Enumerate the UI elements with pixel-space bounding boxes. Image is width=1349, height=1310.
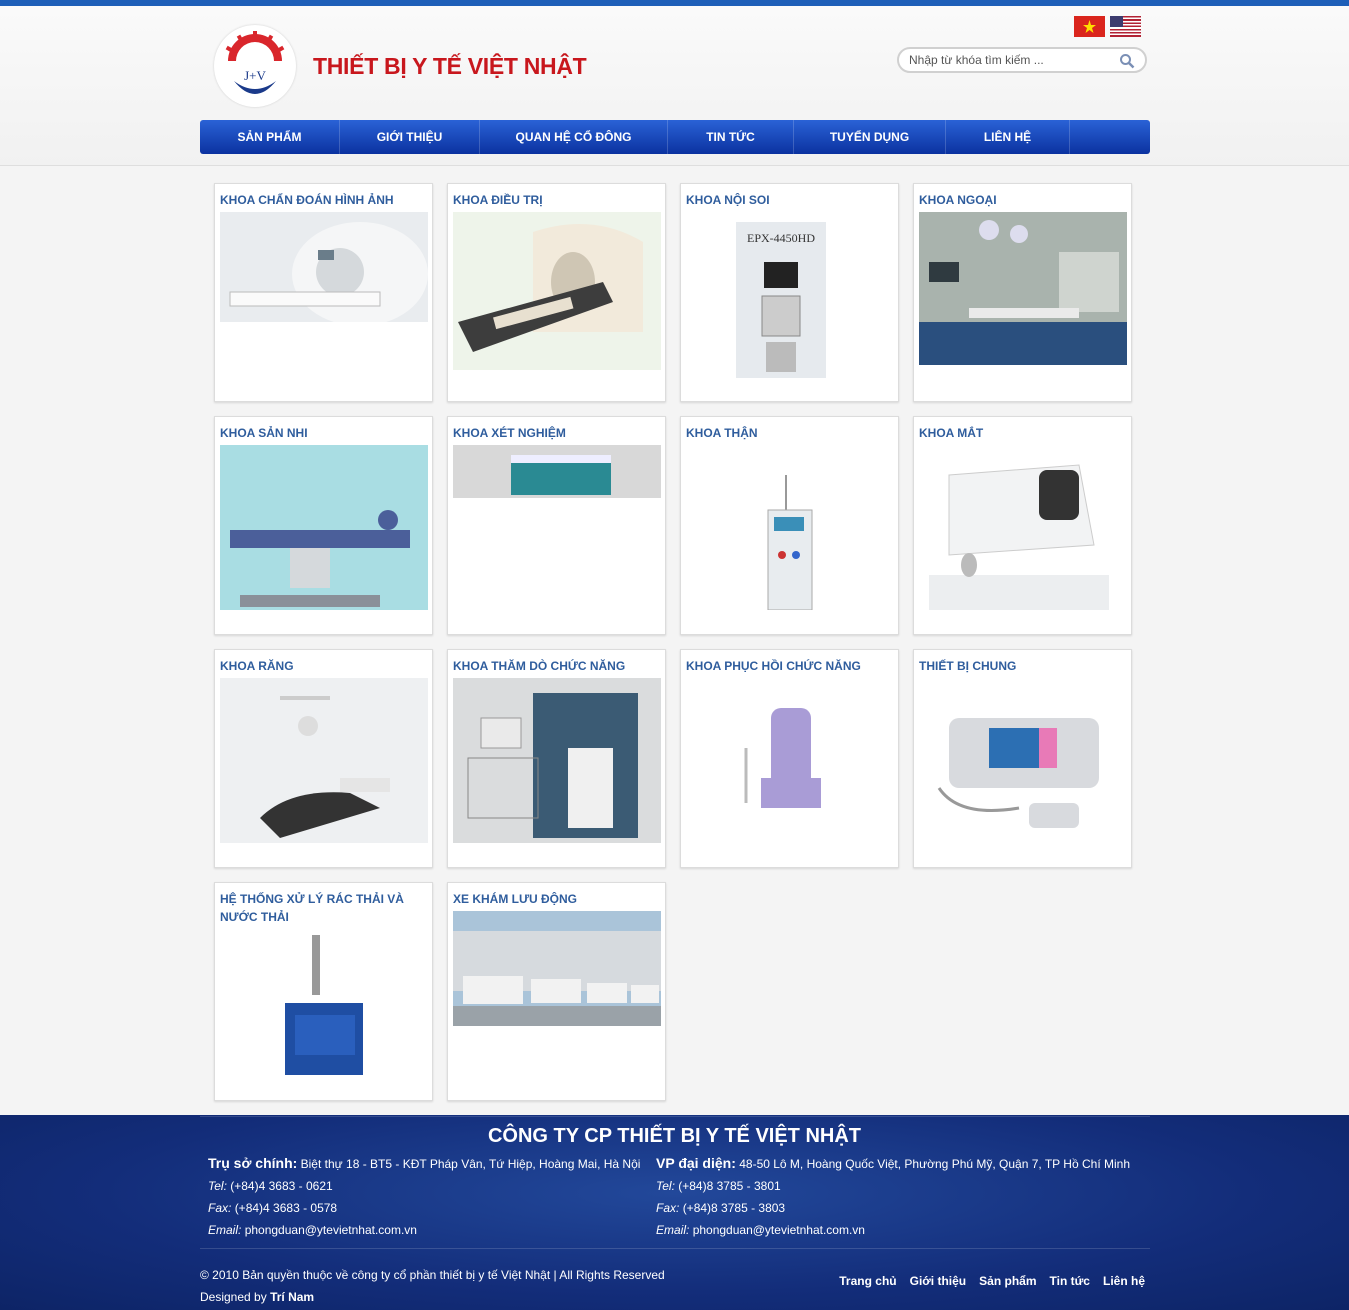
obstetric-table-image[interactable] bbox=[220, 445, 428, 610]
hq-label: Trụ sở chính: bbox=[208, 1155, 298, 1171]
category-title[interactable]: THIẾT BỊ CHUNG bbox=[919, 657, 1124, 675]
category-card[interactable]: KHOA THẬN bbox=[680, 416, 899, 635]
category-card[interactable]: KHOA SẢN NHI bbox=[214, 416, 433, 635]
rep-fax-value: (+84)8 3785 - 3803 bbox=[682, 1201, 786, 1215]
category-title[interactable]: KHOA ĐIỀU TRỊ bbox=[453, 191, 658, 209]
footer-link-home[interactable]: Trang chủ bbox=[839, 1274, 896, 1288]
footer-company-name: CÔNG TY CP THIẾT BỊ Y TẾ VIỆT NHẬT bbox=[487, 1125, 862, 1147]
company-logo[interactable]: J+V bbox=[214, 25, 296, 107]
footer-link-about[interactable]: Giới thiệu bbox=[910, 1274, 967, 1288]
category-card[interactable]: HỆ THỐNG XỬ LÝ RÁC THẢI VÀ NƯỚC THẢI bbox=[214, 882, 433, 1101]
dental-chair-image[interactable] bbox=[220, 678, 428, 843]
copyright: © 2010 Bản quyền thuộc về công ty cổ phầ… bbox=[200, 1268, 665, 1282]
rep-address-text: 48-50 Lô M, Hoàng Quốc Việt, Phường Phú … bbox=[739, 1157, 1130, 1171]
operating-room-image[interactable] bbox=[919, 212, 1127, 365]
category-title[interactable]: KHOA CHẨN ĐOÁN HÌNH ẢNH bbox=[220, 191, 425, 209]
endoscopy-model-text: EPX-4450HD bbox=[747, 231, 815, 245]
nav-item-shareholders[interactable]: QUAN HỆ CỔ ĐÔNG bbox=[480, 120, 668, 154]
mri-scanner-image[interactable] bbox=[220, 212, 428, 322]
category-card[interactable]: KHOA RĂNG bbox=[214, 649, 433, 868]
category-title[interactable]: XE KHÁM LƯU ĐỘNG bbox=[453, 890, 658, 908]
footer-link-products[interactable]: Sản phẩm bbox=[979, 1274, 1036, 1288]
search-icon[interactable] bbox=[1119, 53, 1135, 69]
category-title[interactable]: KHOA THĂM DÒ CHỨC NĂNG bbox=[453, 657, 658, 675]
logo-text: J+V bbox=[244, 68, 266, 83]
waste-treatment-system-image[interactable] bbox=[220, 933, 428, 1083]
category-card[interactable]: KHOA ĐIỀU TRỊ bbox=[447, 183, 666, 402]
category-title[interactable]: KHOA THẬN bbox=[686, 424, 891, 442]
rep-office-address: VP đại diện: 48-50 Lô M, Hoàng Quốc Việt… bbox=[656, 1155, 1130, 1171]
footer-link-news[interactable]: Tin tức bbox=[1050, 1274, 1090, 1288]
category-title[interactable]: KHOA NGOẠI bbox=[919, 191, 1124, 209]
search-input[interactable] bbox=[909, 52, 1109, 68]
hq-tel-label: Tel: bbox=[208, 1179, 227, 1193]
function-test-equipment-image[interactable] bbox=[453, 678, 661, 843]
hq-fax: Fax: (+84)4 3683 - 0578 bbox=[208, 1201, 337, 1215]
nav-item-contact[interactable]: LIÊN HỆ bbox=[946, 120, 1070, 154]
lab-equipment-image[interactable] bbox=[453, 445, 661, 498]
footer-link-contact[interactable]: Liên hệ bbox=[1103, 1274, 1145, 1288]
footer-links: Trang chủ Giới thiệu Sản phẩm Tin tức Li… bbox=[839, 1274, 1145, 1288]
category-card[interactable]: KHOA THĂM DÒ CHỨC NĂNG bbox=[447, 649, 666, 868]
hq-fax-label: Fax: bbox=[208, 1201, 232, 1215]
us-flag-icon[interactable] bbox=[1110, 16, 1141, 37]
rep-email-value[interactable]: phongduan@ytevietnhat.com.vn bbox=[693, 1223, 865, 1237]
category-title[interactable]: KHOA RĂNG bbox=[220, 657, 425, 675]
defibrillator-image[interactable] bbox=[919, 678, 1127, 843]
rep-email-label: Email: bbox=[656, 1223, 690, 1237]
hq-address: Trụ sở chính: Biệt thự 18 - BT5 - KĐT Ph… bbox=[208, 1155, 640, 1171]
brand-name[interactable]: THIẾT BỊ Y TẾ VIỆT NHẬT bbox=[313, 53, 587, 80]
category-card[interactable]: THIẾT BỊ CHUNG bbox=[913, 649, 1132, 868]
hq-tel: Tel: (+84)4 3683 - 0621 bbox=[208, 1179, 333, 1193]
rep-fax: Fax: (+84)8 3785 - 3803 bbox=[656, 1201, 785, 1215]
category-title[interactable]: KHOA NỘI SOI bbox=[686, 191, 891, 209]
category-title[interactable]: KHOA MẮT bbox=[919, 424, 1124, 442]
category-title[interactable]: KHOA SẢN NHI bbox=[220, 424, 425, 442]
nav-item-news[interactable]: TIN TỨC bbox=[668, 120, 794, 154]
hq-email: Email: phongduan@ytevietnhat.com.vn bbox=[208, 1223, 417, 1237]
mobile-clinic-buses-image[interactable] bbox=[453, 911, 661, 1026]
designed-by-label: Designed by bbox=[200, 1290, 267, 1304]
category-card[interactable]: KHOA NGOẠI bbox=[913, 183, 1132, 402]
category-card[interactable]: XE KHÁM LƯU ĐỘNG bbox=[447, 882, 666, 1101]
category-card[interactable]: KHOA PHỤC HỒI CHỨC NĂNG bbox=[680, 649, 899, 868]
category-card[interactable]: KHOA CHẨN ĐOÁN HÌNH ẢNH bbox=[214, 183, 433, 402]
category-card[interactable]: KHOA MẮT bbox=[913, 416, 1132, 635]
rep-tel: Tel: (+84)8 3785 - 3801 bbox=[656, 1179, 781, 1193]
hq-address-text: Biệt thự 18 - BT5 - KĐT Pháp Vân, Tứ Hiệ… bbox=[300, 1157, 641, 1171]
rep-tel-value: (+84)8 3785 - 3801 bbox=[678, 1179, 781, 1193]
rep-tel-label: Tel: bbox=[656, 1179, 675, 1193]
designed-by: Designed by Trí Nam bbox=[200, 1290, 314, 1304]
nav-item-careers[interactable]: TUYỂN DỤNG bbox=[794, 120, 946, 154]
eye-examination-device-image[interactable] bbox=[919, 445, 1127, 610]
nav-item-about[interactable]: GIỚI THIỆU bbox=[340, 120, 480, 154]
main-nav: SẢN PHẨM GIỚI THIỆU QUAN HỆ CỔ ĐÔNG TIN … bbox=[200, 120, 1150, 154]
vietnamese-flag-icon[interactable] bbox=[1074, 16, 1105, 37]
search-box bbox=[897, 47, 1147, 73]
hq-tel-value: (+84)4 3683 - 0621 bbox=[230, 1179, 333, 1193]
category-title[interactable]: HỆ THỐNG XỬ LÝ RÁC THẢI VÀ NƯỚC THẢI bbox=[220, 890, 425, 926]
dialysis-machine-image[interactable] bbox=[686, 445, 894, 610]
rep-label: VP đại diện: bbox=[656, 1155, 736, 1171]
category-card[interactable]: KHOA XÉT NGHIỆM bbox=[447, 416, 666, 635]
category-card[interactable]: KHOA NỘI SOI EPX-4450HD bbox=[680, 183, 899, 402]
hq-fax-value: (+84)4 3683 - 0578 bbox=[234, 1201, 338, 1215]
endoscopy-system-image[interactable]: EPX-4450HD bbox=[686, 212, 894, 378]
hq-email-label: Email: bbox=[208, 1223, 242, 1237]
designer-link[interactable]: Trí Nam bbox=[270, 1290, 314, 1304]
rep-fax-label: Fax: bbox=[656, 1201, 680, 1215]
category-title[interactable]: KHOA XÉT NGHIỆM bbox=[453, 424, 658, 442]
nav-item-products[interactable]: SẢN PHẨM bbox=[200, 120, 340, 154]
treatment-machine-image[interactable] bbox=[453, 212, 661, 370]
category-title[interactable]: KHOA PHỤC HỒI CHỨC NĂNG bbox=[686, 657, 891, 675]
hq-email-value[interactable]: phongduan@ytevietnhat.com.vn bbox=[245, 1223, 417, 1237]
rehabilitation-chair-image[interactable] bbox=[686, 678, 894, 843]
rep-email: Email: phongduan@ytevietnhat.com.vn bbox=[656, 1223, 865, 1237]
